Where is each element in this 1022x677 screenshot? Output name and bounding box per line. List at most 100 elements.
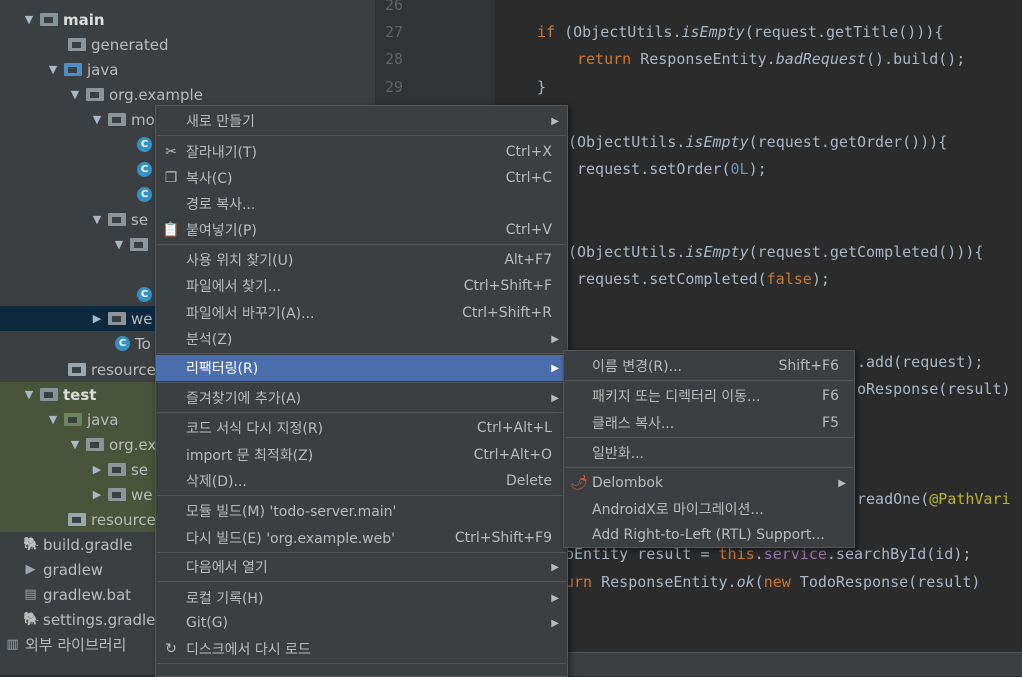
menu-item-build-module[interactable]: 모듈 빌드(M) 'todo-server.main': [156, 498, 567, 524]
file-icon: ▤: [24, 587, 37, 602]
reload-icon: ↻: [165, 641, 177, 657]
menu-item-cut[interactable]: ✂ 잘라내기(T) Ctrl+X: [156, 139, 567, 165]
package-icon: [108, 113, 126, 126]
menu-item-reload-from-disk[interactable]: ↻ 디스크에서 다시 로드: [156, 636, 567, 662]
refactor-submenu: 이름 변경(R)... Shift+F6 패키지 또는 디렉터리 이동... F6 …: [563, 350, 855, 548]
submenu-arrow-icon: ▶: [838, 477, 846, 489]
code-line: readOne(@PathVari: [857, 490, 1011, 508]
package-icon: [108, 312, 126, 325]
library-icon: ▥: [6, 637, 19, 652]
code-line: request.setCompleted(false);: [577, 270, 830, 288]
line-number: 29: [385, 78, 404, 96]
tree-item-java[interactable]: ▼ java: [0, 57, 375, 82]
submenu-arrow-icon: ▶: [551, 592, 559, 604]
package-icon: [86, 88, 104, 101]
menu-item-copy-path[interactable]: 경로 복사...: [156, 191, 567, 217]
tree-item-main[interactable]: ▼ main: [0, 7, 375, 32]
menu-item-optimize-imports[interactable]: import 문 최적화(Z) Ctrl+Alt+O: [156, 442, 567, 468]
submenu-arrow-icon: ▶: [551, 617, 559, 629]
menu-item-git[interactable]: Git(G) ▶: [156, 610, 567, 636]
menu-item-rebuild[interactable]: 다시 빌드(E) 'org.example.web' Ctrl+Shift+F9: [156, 525, 567, 551]
chevron-down-icon[interactable]: ▼: [22, 13, 36, 26]
submenu-item-rename[interactable]: 이름 변경(R)... Shift+F6: [564, 353, 854, 379]
menu-separator: [565, 437, 853, 438]
line-number: 26: [385, 0, 404, 14]
class-icon: C: [137, 137, 152, 152]
class-icon: C: [115, 336, 130, 351]
menu-item-local-history[interactable]: 로컬 기록(H) ▶: [156, 585, 567, 611]
chevron-down-icon[interactable]: ▼: [68, 438, 82, 451]
scissors-icon: ✂: [165, 144, 177, 160]
class-icon: C: [137, 287, 152, 302]
submenu-item-copy-class[interactable]: 클래스 복사... F5: [564, 410, 854, 436]
code-line: (ObjectUtils.isEmpty(request.getComplete…: [568, 243, 984, 261]
class-icon: C: [137, 162, 152, 177]
menu-separator: [157, 412, 566, 413]
folder-icon: [68, 38, 86, 51]
menu-item-copy[interactable]: ❐ 복사(C) Ctrl+C: [156, 165, 567, 191]
folder-icon: [40, 388, 58, 401]
chevron-right-icon[interactable]: ▶: [90, 488, 104, 501]
menu-separator: [157, 244, 566, 245]
package-icon: [108, 488, 126, 501]
package-icon: [108, 463, 126, 476]
chevron-down-icon[interactable]: ▼: [68, 88, 82, 101]
submenu-item-move[interactable]: 패키지 또는 디렉터리 이동... F6: [564, 383, 854, 409]
menu-separator: [157, 495, 566, 496]
chevron-down-icon[interactable]: ▼: [46, 413, 60, 426]
gradle-icon: 🐘: [23, 537, 40, 552]
submenu-arrow-icon: ▶: [551, 561, 559, 573]
submenu-item-delombok[interactable]: 🌶 Delombok ▶: [564, 470, 854, 496]
menu-separator: [157, 353, 566, 354]
tree-item-generated[interactable]: generated: [0, 32, 375, 57]
menu-item-find-in-files[interactable]: 파일에서 찾기... Ctrl+Shift+F: [156, 273, 567, 299]
chevron-down-icon[interactable]: ▼: [46, 63, 60, 76]
menu-separator: [565, 467, 853, 468]
folder-icon: [40, 13, 58, 26]
submenu-item-rtl-support[interactable]: Add Right-to-Left (RTL) Support...: [564, 522, 854, 548]
code-line: return ResponseEntity.badRequest().build…: [577, 50, 966, 68]
chevron-down-icon[interactable]: ▼: [90, 213, 104, 226]
code-line: if (ObjectUtils.isEmpty(request.getTitle…: [537, 23, 944, 41]
code-line: .add(request);: [857, 353, 984, 371]
resources-folder-icon: [68, 363, 86, 376]
chili-pepper-icon: 🌶: [570, 475, 588, 491]
menu-separator: [157, 663, 566, 664]
submenu-arrow-icon: ▶: [551, 333, 559, 345]
chevron-down-icon[interactable]: ▼: [22, 388, 36, 401]
menu-separator: [157, 135, 566, 136]
menu-item-new[interactable]: 새로 만들기 ▶: [156, 108, 567, 134]
menu-item-open-in[interactable]: 다음에서 열기 ▶: [156, 554, 567, 580]
chevron-right-icon[interactable]: ▶: [90, 312, 104, 325]
code-line: oResponse(result): [857, 380, 1011, 398]
tree-item-org-example[interactable]: ▼ org.example: [0, 82, 375, 107]
menu-item-paste[interactable]: 📋 붙여넣기(P) Ctrl+V: [156, 217, 567, 243]
menu-item-analyze[interactable]: 분석(Z) ▶: [156, 326, 567, 352]
code-editor[interactable]: if (ObjectUtils.isEmpty(request.getTitle…: [495, 0, 1022, 676]
submenu-arrow-icon: ▶: [551, 392, 559, 404]
menu-item-refactor[interactable]: 리팩터링(R) ▶: [156, 355, 567, 381]
menu-item-delete[interactable]: 삭제(D)... Delete: [156, 468, 567, 494]
submenu-item-androidx[interactable]: AndroidX로 마이그레이션...: [564, 496, 854, 522]
package-icon: [86, 438, 104, 451]
menu-item-reformat-code[interactable]: 코드 서식 다시 지정(R) Ctrl+Alt+L: [156, 415, 567, 441]
clipboard-icon: 📋: [162, 222, 180, 238]
bottom-panel: [495, 652, 1022, 676]
line-number: 27: [385, 23, 404, 41]
submenu-item-generalize[interactable]: 일반화...: [564, 440, 854, 466]
folder-icon: [64, 63, 82, 76]
menu-item-replace-in-files[interactable]: 파일에서 바꾸기(A)... Ctrl+Shift+R: [156, 300, 567, 326]
code-line: (ObjectUtils.isEmpty(request.getOrder())…: [568, 133, 948, 151]
package-icon: [108, 213, 126, 226]
menu-separator: [157, 581, 566, 582]
menu-item-find-usages[interactable]: 사용 위치 찾기(U) Alt+F7: [156, 247, 567, 273]
chevron-down-icon[interactable]: ▼: [112, 238, 126, 251]
context-menu: 새로 만들기 ▶ ✂ 잘라내기(T) Ctrl+X ❐ 복사(C) Ctrl+C 경로 복…: [155, 105, 568, 677]
chevron-down-icon[interactable]: ▼: [90, 113, 104, 126]
line-number: 28: [385, 50, 404, 68]
code-line: request.setOrder(0L);: [577, 160, 767, 178]
menu-item-add-favorites[interactable]: 즐겨찾기에 추가(A) ▶: [156, 385, 567, 411]
chevron-right-icon[interactable]: ▶: [90, 463, 104, 476]
gradle-icon: 🐘: [23, 612, 40, 627]
terminal-icon: ▶: [25, 562, 36, 577]
